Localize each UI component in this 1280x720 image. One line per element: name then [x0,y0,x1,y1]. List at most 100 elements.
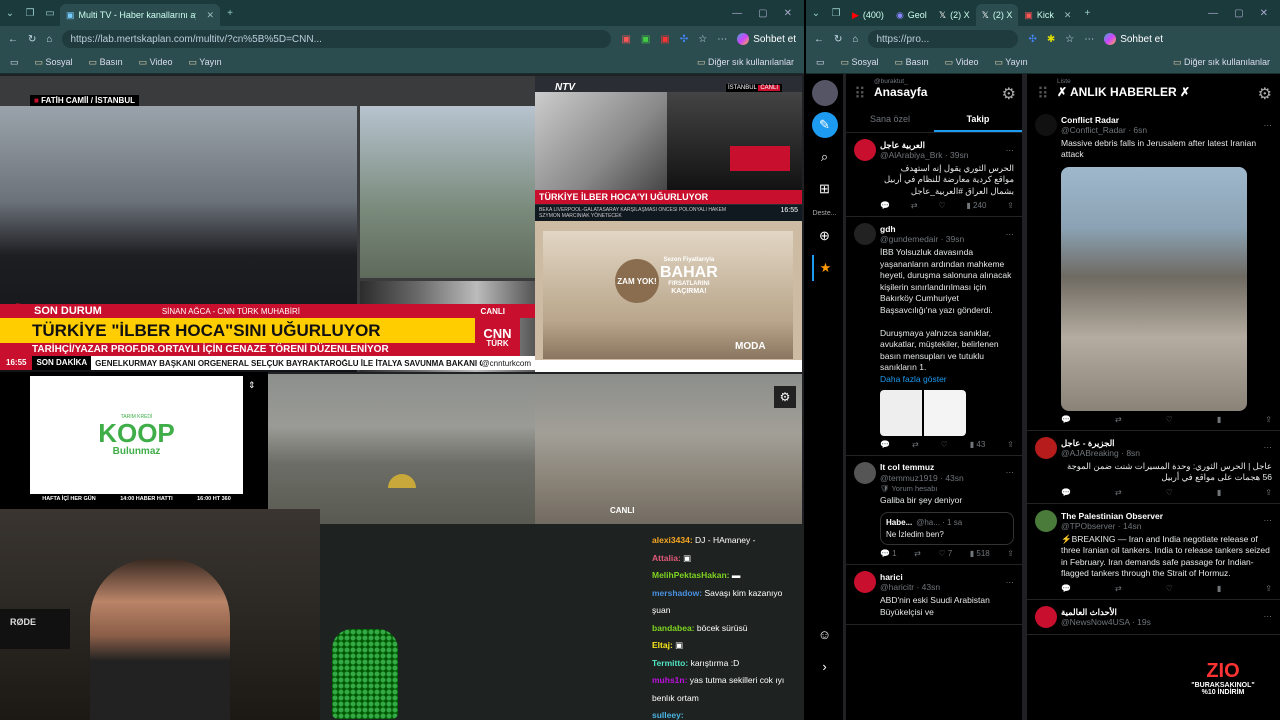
tweet[interactable]: العربية عاجل @AlArabiya_Brk · 39sn ⋯ الحرس … [846,133,1022,218]
document-image[interactable] [880,389,922,436]
like-icon[interactable]: ♡ [1166,584,1173,593]
koop-player[interactable]: TARIM KREDİ KOOP Bulunmaz HAFTA İÇİ HER … [0,372,268,509]
minimize-icon[interactable]: — [1208,8,1218,19]
author-name[interactable]: Conflict Radar [1061,115,1147,125]
reply-icon[interactable]: 💬 [1061,584,1071,593]
tweet-attachments[interactable] [880,389,1014,436]
reply-icon[interactable]: 💬 [1061,415,1071,424]
drag-handle-icon[interactable]: ⠿ [1037,84,1049,104]
smile-icon[interactable]: ☺ [812,621,838,647]
views-icon[interactable]: ▮ [1217,488,1221,497]
workspace-icon[interactable]: ❐ [826,8,846,19]
tweet[interactable]: الجزيرة - عاجل @AJABreaking · 8sn ⋯ عاجل | … [1027,431,1280,504]
star-icon[interactable]: ★ [811,255,838,281]
reload-icon[interactable]: ↻ [28,34,36,45]
tweet[interactable]: harici @haricitr · 43sn ⋯ ABD'nin eski Suud… [846,565,1022,625]
chat-username[interactable]: Attalia: [652,553,681,563]
tweet[interactable]: gdh @gundemedair · 39sn ⋯ İBB Yolsuzluk dav… [846,217,1022,456]
more-icon[interactable]: ⋯ [1264,611,1273,622]
chat-username[interactable]: Termitto: [652,658,688,668]
more-icon[interactable]: ⋯ [1264,442,1273,453]
address-input[interactable]: https://lab.mertskaplan.com/multitv/?cn%… [62,30,612,48]
maximize-icon[interactable]: ▢ [1234,8,1243,19]
bookmarks-bar-icon[interactable]: ▭ [816,57,825,68]
share-icon[interactable]: ⇪ [1007,549,1014,558]
tab-youtube[interactable]: ▶ (400) [846,4,890,26]
profile-avatar[interactable] [811,80,838,106]
reply-icon[interactable]: 💬 1 [880,549,897,558]
tab-foryou[interactable]: Sana özel [846,108,934,132]
minimize-icon[interactable]: — [732,8,742,19]
author-name[interactable]: الأحداث العالمية [1061,607,1151,617]
author-name[interactable]: العربية عاجل [880,140,968,150]
cnn-turk-player[interactable]: ■ FATİH CAMİİ / İSTANBUL SON DURUM SİNAN… [0,76,535,372]
chat-username[interactable]: sulleey: [652,710,684,720]
expand-rail-icon[interactable]: › [812,653,838,679]
bookmark-yayin[interactable]: ▭ Yayın [994,57,1027,68]
tweet-photo[interactable] [1061,166,1247,411]
more-icon[interactable]: ⋯ [1264,120,1273,131]
other-bookmarks[interactable]: ▭ Diğer sık kullanılanlar [1173,57,1270,68]
ext-icon-4[interactable]: ✣ [680,34,688,45]
views-icon[interactable]: ▮ [1217,584,1221,593]
author-name[interactable]: harici [880,572,940,582]
other-bookmarks[interactable]: ▭ Diğer sık kullanılanlar [697,57,794,68]
bookmark-sosyal[interactable]: ▭ Sosyal [35,57,73,68]
tweet[interactable]: It col temmuz @temmuz1919 · 43sn ⋯ 🛡 Yorum … [846,456,1022,566]
tab-kick[interactable]: ▣ Kick ✕ [1018,4,1077,26]
ext-icon-1[interactable]: ▣ [621,34,630,45]
views-icon[interactable]: ▮ 240 [966,201,986,210]
tab-actions-icon[interactable]: ▭ [40,8,60,19]
bookmark-sosyal[interactable]: ▭ Sosyal [841,57,879,68]
repost-icon[interactable]: ⇄ [1115,488,1122,497]
drag-handle-icon[interactable]: ⠿ [854,84,866,104]
like-icon[interactable]: ♡ [1166,415,1173,424]
back-icon[interactable]: ← [8,34,18,45]
share-icon[interactable]: ⇪ [1265,415,1272,424]
more-icon[interactable]: ⋯ [1084,34,1094,45]
views-icon[interactable]: ▮ 518 [970,549,990,558]
home-icon[interactable]: ⌂ [46,34,52,45]
author-name[interactable]: It col temmuz [880,462,964,472]
home-icon[interactable]: ⌂ [852,34,858,45]
settings-icon[interactable]: ⚙ [774,386,796,408]
tab-x-1[interactable]: 𝕏 (2) X [933,4,976,26]
copilot-button[interactable]: Sohbet et [737,33,796,45]
avatar[interactable] [1035,509,1057,532]
compose-icon[interactable]: ✎ [811,112,838,138]
ext-icon-3[interactable]: ▣ [660,34,669,45]
tab-menu-icon[interactable]: ⌄ [806,8,826,19]
tab-following[interactable]: Takip [934,108,1022,132]
avatar[interactable] [1035,436,1057,459]
tweet[interactable]: الأحداث العالمية @NewsNow4USA · 19s ⋯ [1027,600,1280,635]
tab-menu-icon[interactable]: ⌄ [0,8,20,19]
document-image[interactable] [924,389,966,436]
avatar[interactable] [854,139,876,161]
views-icon[interactable]: ▮ [1217,415,1221,424]
share-icon[interactable]: ⇪ [1265,488,1272,497]
workspace-icon[interactable]: ❐ [20,8,40,19]
favorite-icon[interactable]: ☆ [1065,34,1074,45]
bookmark-basin[interactable]: ▭ Basın [895,57,929,68]
like-icon[interactable]: ♡ [1166,488,1173,497]
ext-icon-b[interactable]: ✱ [1047,34,1055,45]
column-settings-icon[interactable]: ⚙ [1258,84,1272,104]
bookmark-video[interactable]: ▭ Video [945,57,979,68]
reply-icon[interactable]: 💬 [1061,488,1071,497]
tab-close-icon[interactable]: ✕ [206,10,214,21]
repost-icon[interactable]: ⇄ [1115,584,1122,593]
chat-username[interactable]: muhs1n: [652,675,687,685]
like-icon[interactable]: ♡ [938,201,945,210]
show-more-link[interactable]: Daha fazla göster [880,374,1014,384]
views-icon[interactable]: ▮ 43 [970,440,986,449]
more-icon[interactable]: ⋯ [1006,229,1015,240]
repost-icon[interactable]: ⇄ [912,440,919,449]
ad-player[interactable]: ZAM YOK! Sezon Fiyatlarıyla BAHAR FIRSAT… [535,221,802,372]
more-icon[interactable]: ⋯ [717,34,727,45]
back-icon[interactable]: ← [814,34,824,45]
share-icon[interactable]: ⇪ [1007,440,1014,449]
add-column-icon[interactable]: ⊕ [812,223,838,249]
new-tab-icon[interactable]: + [1077,8,1097,19]
like-icon[interactable]: ♡ 7 [938,549,952,558]
author-name[interactable]: gdh [880,224,964,234]
